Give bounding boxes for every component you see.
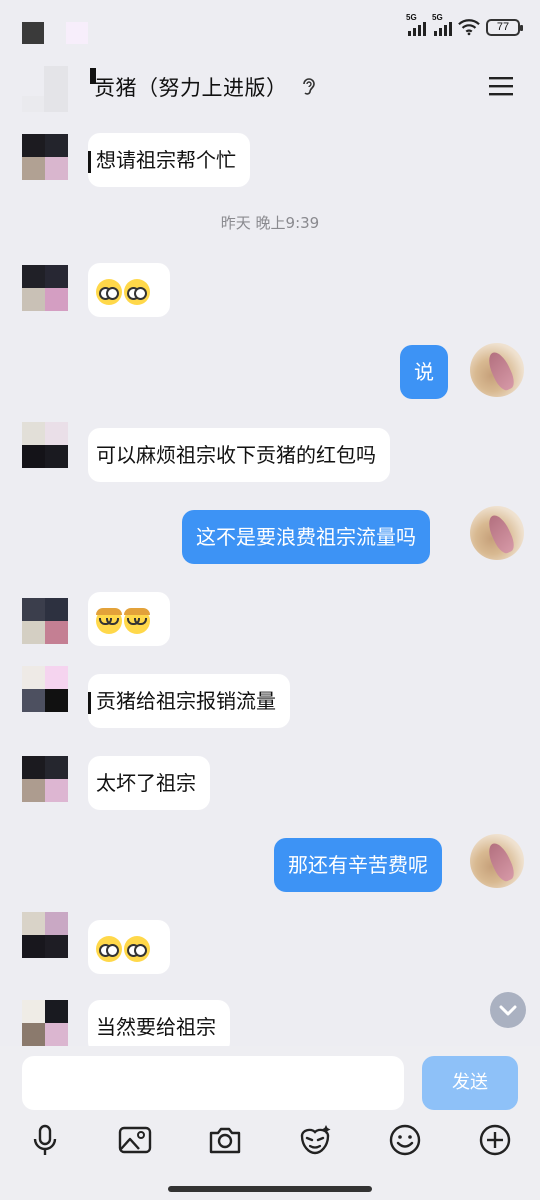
chevron-down-icon <box>499 1005 517 1016</box>
toolbar <box>0 1122 540 1166</box>
message-text: 贡猪给祖宗报销流量 <box>96 689 276 713</box>
battery-icon: 77 <box>486 18 523 36</box>
send-button[interactable]: 发送 <box>422 1056 518 1110</box>
message-bubble[interactable] <box>88 920 170 974</box>
status-app-icon <box>66 22 88 44</box>
avatar[interactable] <box>22 134 68 180</box>
message-bubble[interactable]: 太坏了祖宗 <box>88 756 210 810</box>
menu-icon[interactable] <box>487 74 515 98</box>
avatar[interactable] <box>22 598 68 644</box>
signal-icon: 5G <box>432 13 452 36</box>
squint-face-icon <box>124 607 150 634</box>
avatar[interactable] <box>22 66 68 112</box>
sticker-icon[interactable] <box>297 1122 333 1158</box>
status-indicators: 5G 5G 77 <box>406 13 523 36</box>
emoji-icon[interactable] <box>387 1122 423 1158</box>
message-text: 可以麻烦祖宗收下贡猪的红包吗 <box>96 443 376 467</box>
chat-header: 贡猪（努力上进版） <box>0 60 540 112</box>
pleading-face-icon <box>124 935 150 962</box>
pleading-face-icon <box>124 278 150 305</box>
message-bubble-self[interactable]: 这不是要浪费祖宗流量吗 <box>182 510 430 564</box>
message-bubble[interactable]: 想请祖宗帮个忙 <box>88 133 250 187</box>
composer: 发送 <box>0 1046 540 1200</box>
self-avatar[interactable] <box>470 506 524 560</box>
camera-icon[interactable] <box>207 1122 243 1158</box>
squint-face-icon <box>96 607 122 634</box>
home-indicator[interactable] <box>168 1186 372 1192</box>
pleading-face-icon <box>96 278 122 305</box>
message-text: 那还有辛苦费呢 <box>288 853 428 877</box>
avatar[interactable] <box>22 756 68 802</box>
avatar[interactable] <box>22 1000 68 1046</box>
message-text: 说 <box>414 360 434 384</box>
message-bubble-self[interactable]: 说 <box>400 345 448 399</box>
signal-icon: 5G <box>406 13 426 36</box>
message-text: 当然要给祖宗 <box>96 1015 216 1039</box>
wifi-icon <box>458 19 480 36</box>
timestamp: 昨天 晚上9:39 <box>220 214 320 232</box>
cursor-mark <box>90 68 96 84</box>
image-icon[interactable] <box>117 1122 153 1158</box>
self-avatar[interactable] <box>470 834 524 888</box>
message-text: 想请祖宗帮个忙 <box>96 148 236 172</box>
pleading-face-icon <box>96 935 122 962</box>
avatar[interactable] <box>22 422 68 468</box>
plus-icon[interactable] <box>477 1122 513 1158</box>
message-text: 这不是要浪费祖宗流量吗 <box>196 525 416 549</box>
avatar[interactable] <box>22 912 68 978</box>
message-bubble[interactable]: 贡猪给祖宗报销流量 <box>88 674 290 728</box>
message-bubble[interactable]: 可以麻烦祖宗收下贡猪的红包吗 <box>88 428 390 482</box>
avatar[interactable] <box>22 265 68 311</box>
page-title: 贡猪（努力上进版） <box>94 76 288 100</box>
message-text: 太坏了祖宗 <box>96 771 196 795</box>
avatar[interactable] <box>22 666 68 734</box>
microphone-icon[interactable] <box>27 1122 63 1158</box>
message-bubble[interactable] <box>88 592 170 646</box>
message-bubble[interactable] <box>88 263 170 317</box>
scroll-to-bottom-button[interactable] <box>490 992 526 1028</box>
message-bubble-self[interactable]: 那还有辛苦费呢 <box>274 838 442 892</box>
ear-icon[interactable] <box>300 76 318 98</box>
message-input[interactable] <box>22 1056 404 1110</box>
status-notification-icon <box>22 22 44 44</box>
status-bar: 5G 5G 77 <box>0 0 540 60</box>
self-avatar[interactable] <box>470 343 524 397</box>
